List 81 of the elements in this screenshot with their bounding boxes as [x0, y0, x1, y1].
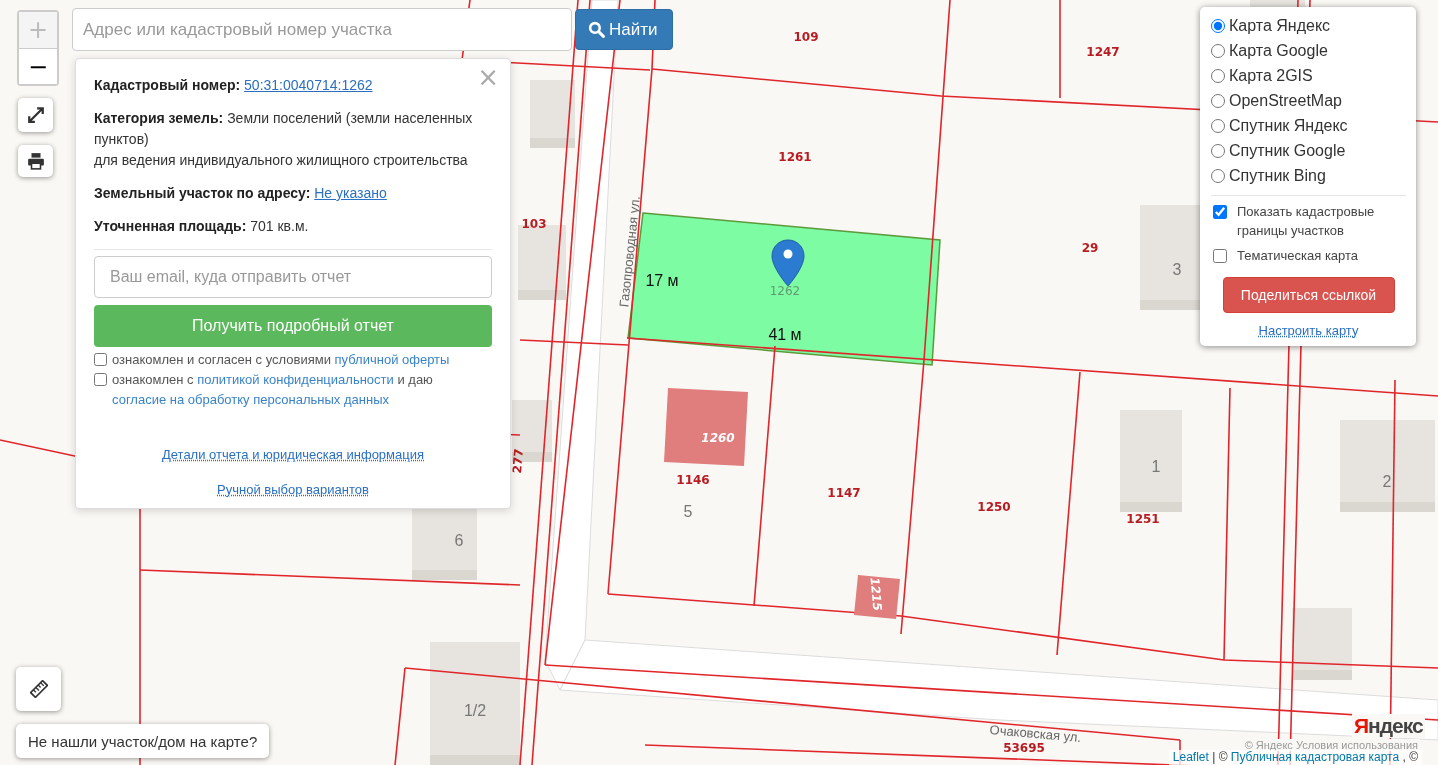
building: [1292, 608, 1352, 680]
parcel-number: 1261: [778, 150, 812, 164]
street-name: Газопроводная ул.: [616, 195, 643, 308]
building: [530, 80, 575, 148]
map-pin-icon[interactable]: [771, 239, 805, 287]
parcel-number: 1147: [827, 486, 861, 500]
house-number: 3: [1172, 261, 1182, 278]
print-button[interactable]: [18, 145, 53, 177]
info-link[interactable]: 50:31:0040714:1262: [244, 77, 373, 93]
consent-link[interactable]: согласие на обработку персональных данных: [112, 392, 389, 407]
parcel-info-text: Земельный участок по адресу: Не указано: [94, 184, 388, 203]
parcel-number: 1250: [977, 500, 1011, 514]
email-field[interactable]: Ваш email, куда отправить отчет: [94, 256, 492, 298]
search-button[interactable]: Найти: [575, 9, 673, 50]
consent-link[interactable]: политикой конфиденциальности: [197, 372, 394, 387]
attribution-link[interactable]: Публичная кадастровая карта: [1230, 750, 1400, 764]
attribution-link[interactable]: Leaflet: [1172, 750, 1209, 764]
house-number: 2: [1382, 473, 1392, 490]
info-link[interactable]: Не указано: [314, 185, 387, 201]
parcel-info-text: Уточненная площадь: 701 кв.м.: [94, 217, 310, 236]
layer-checkbox[interactable]: [1213, 249, 1227, 263]
share-button[interactable]: Поделиться ссылкой: [1222, 277, 1395, 313]
radio-button[interactable]: [1211, 118, 1225, 133]
attribution-text: | ©: [1212, 750, 1228, 764]
consent-checkbox[interactable]: [94, 353, 107, 366]
zoom-out-button[interactable]: −: [19, 48, 57, 84]
search-field[interactable]: Адрес или кадастровый номер участка: [72, 8, 572, 51]
radio-button[interactable]: [1211, 43, 1225, 58]
not-found-button[interactable]: Не нашли участок/дом на карте?: [16, 724, 270, 758]
distance-label: 17 м: [645, 272, 679, 289]
parcel-number: 103: [521, 217, 547, 231]
map-provider-note: © Яндекс Условия использования: [1242, 739, 1420, 751]
search-icon: [588, 21, 605, 38]
house-number: 5: [683, 503, 693, 520]
house-number: 1: [1151, 458, 1161, 475]
parcel-number: 277: [509, 447, 527, 475]
layer-label: Показать кадастровые границы участков: [1237, 203, 1376, 240]
map-layer-option[interactable]: Спутник Google: [1211, 138, 1406, 163]
map-layer-option[interactable]: Карта 2GIS: [1211, 63, 1406, 88]
parcel-number: 1260: [701, 431, 735, 445]
fullscreen-button[interactable]: [18, 98, 53, 132]
parcel-number: 1215: [867, 576, 885, 612]
map-layer-option[interactable]: Спутник Яндекс: [1211, 113, 1406, 138]
map-layer-option[interactable]: OpenStreetMap: [1211, 88, 1406, 113]
consent-text: ознакомлен с политикой конфиденциальности и даю согласие на обработку персональных данных: [112, 371, 434, 409]
parcel-number: 109: [793, 30, 819, 44]
printer-icon: [26, 152, 45, 170]
radio-button[interactable]: [1211, 143, 1225, 158]
expand-icon: [26, 106, 45, 124]
parcel-number: 53695: [1003, 741, 1045, 755]
map-provider-logo: Яндекс: [1352, 714, 1425, 738]
distance-label: 41 м: [768, 326, 802, 343]
consent-link[interactable]: публичной оферты: [334, 352, 450, 367]
layer-checkbox[interactable]: [1213, 205, 1227, 219]
ruler-button[interactable]: [16, 667, 61, 711]
details-link[interactable]: Ручной выбор вариантов: [217, 479, 369, 500]
house-number: 6: [454, 532, 464, 549]
parcel-info-text: Категория земель: Земли поселений (земли населенных пунктов): [94, 109, 474, 149]
parcel-number: 1251: [1126, 512, 1160, 526]
radio-button[interactable]: [1211, 168, 1225, 183]
map-layer-option[interactable]: Карта Google: [1211, 38, 1406, 63]
parcel-number: 29: [1081, 241, 1099, 255]
parcel-number: 1146: [676, 473, 710, 487]
settings-link[interactable]: Настроить карту: [1258, 323, 1359, 338]
parcel-number: 1247: [1086, 45, 1120, 59]
house-number: 1/2: [463, 702, 487, 719]
details-link[interactable]: Детали отчета и юридическая информация: [161, 444, 425, 465]
ruler-icon: [29, 680, 48, 698]
radio-button[interactable]: [1211, 18, 1225, 33]
parcel-number: 1262: [769, 284, 801, 298]
consent-checkbox[interactable]: [94, 373, 107, 386]
layer-label: Тематическая карта: [1237, 247, 1359, 265]
map-layer-option[interactable]: Спутник Bing: [1211, 163, 1406, 188]
land-use-text: для ведения индивидуального жилищного строительства: [94, 151, 469, 170]
attribution-text: , ©: [1402, 750, 1418, 764]
radio-button[interactable]: [1211, 68, 1225, 83]
radio-button[interactable]: [1211, 93, 1225, 108]
map-layer-option[interactable]: Карта Яндекс: [1211, 13, 1406, 38]
consent-text: ознакомлен и согласен с условиями публичной оферты: [112, 351, 451, 369]
building-footprint: [854, 575, 900, 619]
parcel-info-text: Кадастровый номер: 50:31:0040714:1262: [94, 76, 374, 95]
